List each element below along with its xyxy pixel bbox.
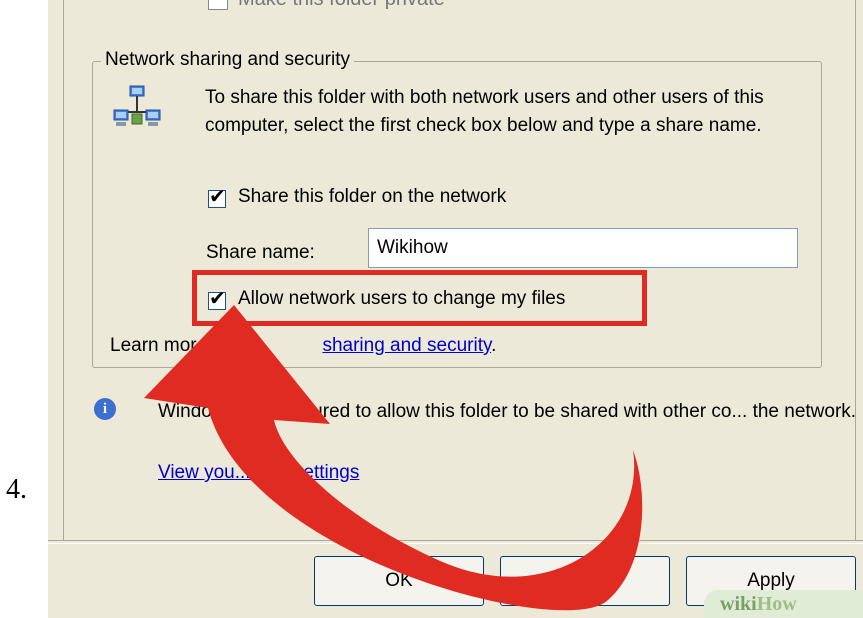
wikihow-watermark: wikiHow [704,590,863,618]
curved-arrow-annotation [144,305,643,611]
step-number: 4. [6,474,27,505]
dialog-screenshot: Make this folder private Network sharing… [48,0,863,618]
